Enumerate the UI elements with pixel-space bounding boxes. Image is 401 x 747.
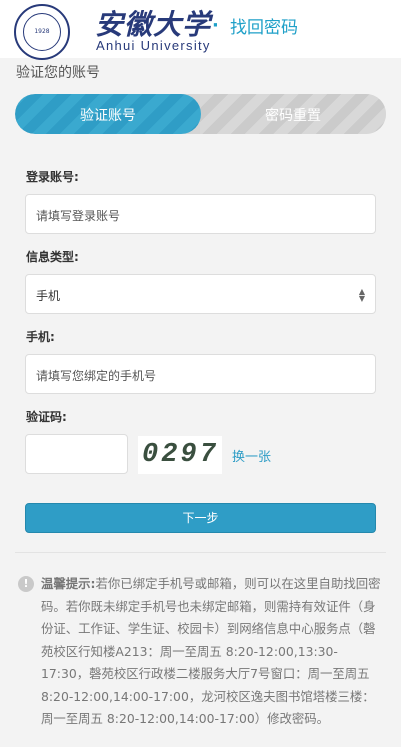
refresh-captcha-link[interactable]: 换一张 <box>232 446 271 465</box>
university-seal-logo: 1928 <box>14 4 70 60</box>
account-placeholder: 请填写登录账号 <box>36 209 121 223</box>
step-verify-account: 验证账号 <box>15 94 201 134</box>
captcha-image[interactable]: 0297 <box>138 436 222 474</box>
select-arrows-icon: ▲ ▼ <box>358 287 365 303</box>
info-icon: ! <box>18 576 34 592</box>
divider <box>15 552 386 553</box>
captcha-text: 0297 <box>142 440 219 470</box>
seal-year: 1928 <box>34 28 50 35</box>
page-title: 找回密码 <box>230 18 298 38</box>
brand-chinese-name: 安徽大学 <box>95 8 212 41</box>
header: 1928 安徽大学 Anhui University · 找回密码 <box>0 0 401 60</box>
step-label: 验证账号 <box>80 108 136 124</box>
captcha-label: 验证码: <box>26 410 67 424</box>
captcha-input[interactable] <box>25 434 128 474</box>
account-input[interactable]: 请填写登录账号 <box>25 194 376 234</box>
info-type-select[interactable]: 手机 ▲ ▼ <box>25 274 376 314</box>
step-label: 密码重置 <box>265 108 321 124</box>
account-label: 登录账号: <box>26 170 79 184</box>
tips-body: 若你已绑定手机号或邮箱，则可以在这里自助找回密码。若你既未绑定手机号也未绑定邮箱… <box>41 576 381 726</box>
info-type-value: 手机 <box>36 289 61 303</box>
title-separator: · <box>212 15 219 36</box>
brand-english-name: Anhui University <box>96 38 211 53</box>
next-button[interactable]: 下一步 <box>25 503 376 533</box>
section-title: 验证您的账号 <box>16 65 100 81</box>
phone-label: 手机: <box>26 330 55 344</box>
tips-text: 温馨提示:若你已绑定手机号或邮箱，则可以在这里自助找回密码。若你既未绑定手机号也… <box>41 573 383 731</box>
tips-title: 温馨提示: <box>41 576 96 591</box>
step-password-reset: 密码重置 <box>200 94 386 134</box>
phone-input[interactable]: 请填写您绑定的手机号 <box>25 354 376 394</box>
phone-placeholder: 请填写您绑定的手机号 <box>36 369 157 383</box>
step-progress: 密码重置 验证账号 <box>15 94 386 134</box>
info-type-label: 信息类型: <box>26 250 79 264</box>
